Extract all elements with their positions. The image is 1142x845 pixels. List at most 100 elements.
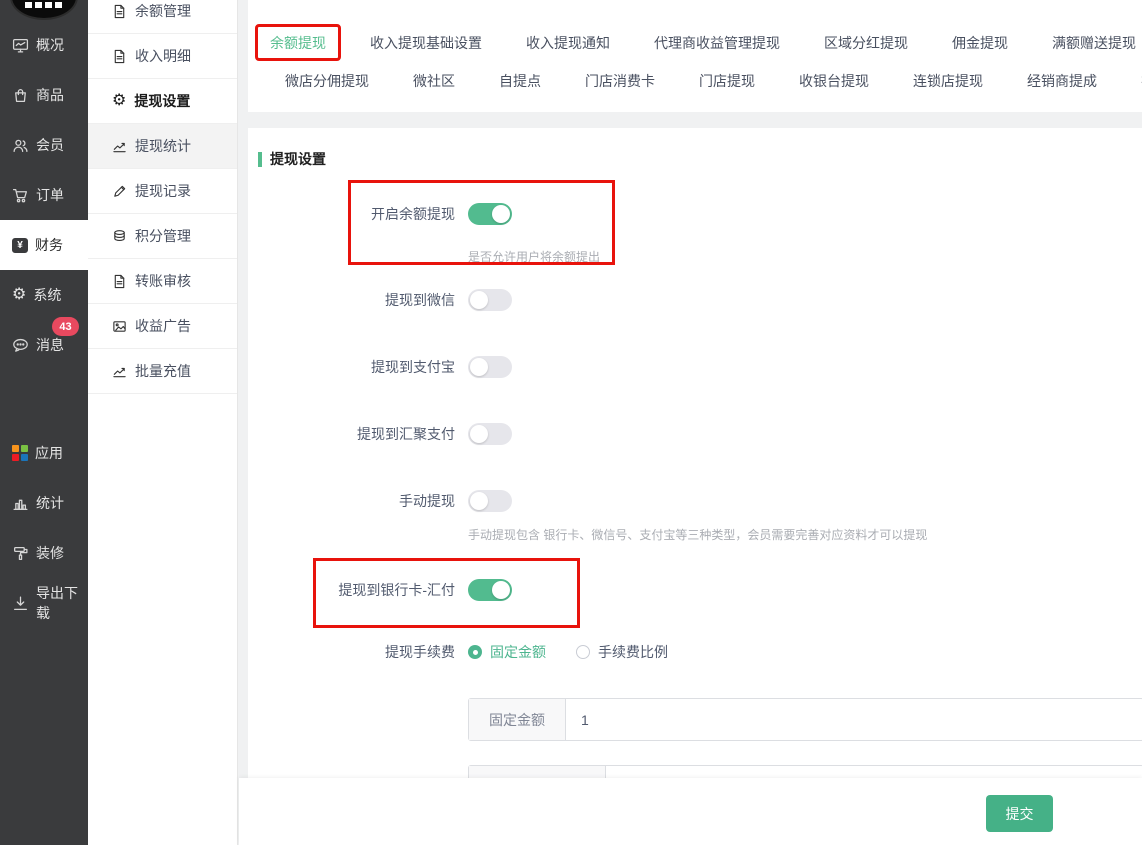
tab-full-gift-withdraw[interactable]: 满额赠送提现 (1052, 33, 1136, 53)
document-icon (112, 49, 127, 64)
submenu-item-revenue-ads[interactable]: 收益广告 (88, 304, 237, 349)
withdraw-to-alipay-toggle[interactable] (468, 356, 512, 378)
tab-chainstore-withdraw[interactable]: 连锁店提现 (913, 71, 983, 91)
tab-commission-withdraw[interactable]: 佣金提现 (952, 33, 1008, 53)
tab-agent-income-withdraw[interactable]: 代理商收益管理提现 (654, 33, 780, 53)
tab-cashier-withdraw[interactable]: 收银台提现 (799, 71, 869, 91)
tab-microshop-commission-withdraw[interactable]: 微店分佣提现 (285, 71, 369, 91)
enable-balance-withdraw-toggle[interactable] (468, 203, 512, 225)
withdraw-to-joinpay-toggle[interactable] (468, 423, 512, 445)
chat-bubble-icon (12, 337, 29, 354)
input-prepend-label (469, 766, 606, 778)
tab-dealer-commission[interactable]: 经销商提成 (1027, 71, 1097, 91)
sidebar-item-messages[interactable]: 消息 43 (0, 320, 88, 370)
submenu-item-balance-manage[interactable]: 余额管理 (88, 0, 237, 34)
submit-button[interactable]: 提交 (986, 795, 1053, 832)
submenu-item-withdraw-records[interactable]: 提现记录 (88, 169, 237, 214)
field-label: 开启余额提现 (248, 204, 455, 224)
submenu-item-label: 提现设置 (134, 91, 190, 111)
tab-row-2: 微店分佣提现 微社区 自提点 门店消费卡 门店提现 收银台提现 连锁店提现 经销… (285, 71, 1142, 91)
sidebar-item-members[interactable]: 会员 (0, 120, 88, 170)
sidebar-item-label: 统计 (36, 493, 64, 513)
withdraw-tabs-card: 余额提现 收入提现基础设置 收入提现通知 代理商收益管理提现 区域分红提现 佣金… (248, 0, 1142, 112)
clipped-input[interactable] (606, 766, 1142, 778)
tab-self-pickup[interactable]: 自提点 (499, 71, 541, 91)
sidebar-item-decorate[interactable]: 装修 (0, 528, 88, 578)
submenu-item-transfer-audit[interactable]: 转账审核 (88, 259, 237, 304)
sidebar-item-system[interactable]: ⚙ 系统 (0, 270, 88, 320)
withdraw-to-wechat-toggle[interactable] (468, 289, 512, 311)
tab-income-withdraw-basic[interactable]: 收入提现基础设置 (370, 33, 482, 53)
shopping-bag-icon (12, 87, 29, 104)
submenu-item-withdraw-settings[interactable]: ⚙ 提现设置 (88, 79, 237, 124)
manual-withdraw-toggle[interactable] (468, 490, 512, 512)
fee-ratio-radio[interactable]: 手续费比例 (576, 642, 668, 662)
sidebar-item-export-download[interactable]: 导出下载 (0, 578, 88, 628)
image-icon (112, 319, 127, 334)
field-label: 提现到微信 (248, 290, 455, 310)
radio-dot-icon (468, 645, 482, 659)
fee-fixed-amount-radio[interactable]: 固定金额 (468, 642, 546, 662)
field-label: 提现手续费 (248, 642, 455, 662)
tab-store-consume-card[interactable]: 门店消费卡 (585, 71, 655, 91)
tab-store-withdraw[interactable]: 门店提现 (699, 71, 755, 91)
sidebar-item-label: 应用 (35, 443, 63, 463)
sidebar-item-label: 概况 (36, 35, 64, 55)
sidebar-item-apps[interactable]: 应用 (0, 428, 88, 478)
sidebar-item-finance[interactable]: ¥ 财务 (0, 220, 88, 270)
submenu-item-label: 提现统计 (135, 136, 191, 156)
clipped-input-group (468, 765, 1142, 778)
withdraw-to-bankcard-huifu-toggle[interactable] (468, 579, 512, 601)
submenu-item-income-detail[interactable]: 收入明细 (88, 34, 237, 79)
row-withdraw-to-joinpay: 提现到汇聚支付 (248, 419, 512, 449)
submenu-item-withdraw-stats[interactable]: 提现统计 (88, 124, 237, 169)
sidebar-item-orders[interactable]: 订单 (0, 170, 88, 220)
linechart-icon (112, 364, 127, 379)
submenu-item-bulk-recharge[interactable]: 批量充值 (88, 349, 237, 394)
sidebar-item-stats[interactable]: 统计 (0, 478, 88, 528)
section-accent-bar (258, 152, 262, 167)
section-title: 提现设置 (270, 149, 326, 169)
row-withdraw-to-bankcard-huifu: 提现到银行卡-汇付 (248, 575, 512, 605)
document-icon (112, 4, 127, 19)
submenu-item-label: 转账审核 (135, 271, 191, 291)
manual-withdraw-hint: 手动提现包含 银行卡、微信号、支付宝等三种类型，会员需要完善对应资料才可以提现 (468, 526, 927, 543)
dashboard-icon (12, 37, 29, 54)
submenu-item-label: 提现记录 (135, 181, 191, 201)
enable-balance-withdraw-hint: 是否允许用户将余额提出 (468, 248, 600, 265)
sidebar-item-label: 订单 (36, 185, 64, 205)
paint-roller-icon (12, 545, 29, 562)
cart-icon (12, 187, 29, 204)
submenu-item-label: 收益广告 (135, 316, 191, 336)
sidebar-item-label: 系统 (33, 285, 61, 305)
form-footer: 提交 (239, 778, 1142, 845)
field-label: 提现到银行卡-汇付 (248, 580, 455, 600)
submenu-item-label: 收入明细 (135, 46, 191, 66)
tab-income-withdraw-notify[interactable]: 收入提现通知 (526, 33, 610, 53)
users-icon (12, 137, 29, 154)
field-label: 提现到汇聚支付 (248, 424, 455, 444)
tab-region-dividend-withdraw[interactable]: 区域分红提现 (824, 33, 908, 53)
tab-balance-withdraw[interactable]: 余额提现 (270, 33, 326, 53)
sidebar-item-label: 财务 (35, 235, 63, 255)
coins-icon (112, 229, 127, 244)
input-prepend-label: 固定金额 (469, 699, 566, 740)
submenu-item-label: 积分管理 (135, 226, 191, 246)
sidebar-item-overview[interactable]: 概况 (0, 20, 88, 70)
sidebar-item-goods[interactable]: 商品 (0, 70, 88, 120)
submenu-item-label: 批量充值 (135, 361, 191, 381)
messages-count-badge: 43 (52, 317, 79, 336)
row-manual-withdraw: 手动提现 (248, 486, 512, 516)
main-sidebar: 概况 商品 会员 订单 ¥ 财务 ⚙ 系统 消息 43 应用 统计 装修 导出下… (0, 0, 88, 845)
linechart-icon (112, 139, 127, 154)
apps-grid-icon (12, 445, 28, 461)
gear-icon: ⚙ (12, 287, 26, 303)
fixed-amount-input[interactable]: 1 (566, 699, 1142, 740)
field-label: 提现到支付宝 (248, 357, 455, 377)
sidebar-item-label: 会员 (36, 135, 64, 155)
submenu-item-points-manage[interactable]: 积分管理 (88, 214, 237, 259)
app-logo[interactable] (10, 0, 78, 20)
row-withdraw-fee: 提现手续费 固定金额 手续费比例 (248, 637, 668, 667)
tab-micro-community[interactable]: 微社区 (413, 71, 455, 91)
wallet-icon: ¥ (12, 238, 28, 253)
